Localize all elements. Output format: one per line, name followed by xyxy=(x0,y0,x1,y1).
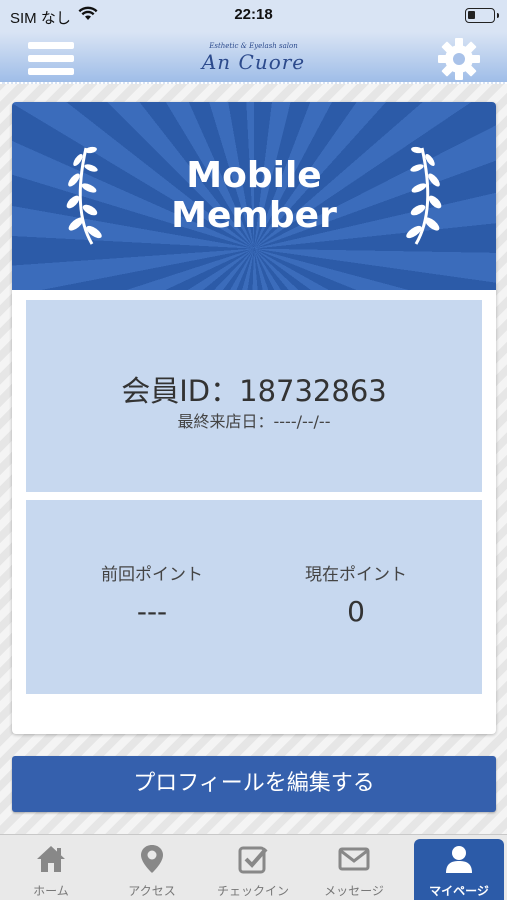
battery-icon xyxy=(465,8,499,23)
current-points-label: 現在ポイント xyxy=(305,565,407,585)
tab-message-label: メッセージ xyxy=(324,884,384,898)
clock: 22:18 xyxy=(234,6,273,23)
tab-mypage[interactable]: マイページ xyxy=(414,839,504,900)
tab-checkin[interactable]: チェックイン xyxy=(203,835,303,900)
current-points: 現在ポイント 0 xyxy=(256,560,456,628)
edit-profile-button[interactable]: プロフィールを編集する xyxy=(12,756,496,812)
settings-gear-icon[interactable] xyxy=(437,37,481,81)
points-panel: 前回ポイント --- 現在ポイント 0 xyxy=(26,500,482,694)
tab-access[interactable]: アクセス xyxy=(102,835,202,900)
member-banner: Mobile Member xyxy=(12,102,496,290)
member-card: Mobile Member 会員ID：18732863 最終来店日：----/-… xyxy=(12,102,496,734)
home-icon xyxy=(37,846,65,872)
previous-points-value: --- xyxy=(136,595,168,628)
member-id-panel: 会員ID：18732863 最終来店日：----/--/-- xyxy=(26,300,482,492)
app-header: Esthetic & Eyelash salon An Cuore xyxy=(0,32,507,84)
checkin-icon xyxy=(238,846,268,874)
tab-access-label: アクセス xyxy=(128,884,176,898)
map-pin-icon xyxy=(141,845,163,873)
tab-home[interactable]: ホーム xyxy=(1,835,101,900)
previous-points: 前回ポイント --- xyxy=(52,560,252,628)
tab-message[interactable]: メッセージ xyxy=(304,835,404,900)
tab-mypage-label: マイページ xyxy=(429,884,489,898)
user-icon xyxy=(446,846,472,873)
laurel-right-icon xyxy=(406,146,442,245)
tab-bar: ホーム アクセス チェックイン メッセージ マイページ xyxy=(0,834,507,900)
logo-subtitle: Esthetic & Eyelash salon xyxy=(209,42,298,50)
previous-points-label: 前回ポイント xyxy=(101,565,203,585)
current-points-value: 0 xyxy=(347,595,365,628)
last-visit-date: 最終来店日：----/--/-- xyxy=(177,412,331,431)
logo-title: An Cuore xyxy=(201,50,306,74)
mail-icon xyxy=(338,847,370,871)
member-id: 会員ID：18732863 xyxy=(121,374,387,408)
status-bar: SIM なし 22:18 xyxy=(0,0,507,32)
tab-checkin-label: チェックイン xyxy=(216,884,289,898)
tab-home-label: ホーム xyxy=(33,884,69,898)
